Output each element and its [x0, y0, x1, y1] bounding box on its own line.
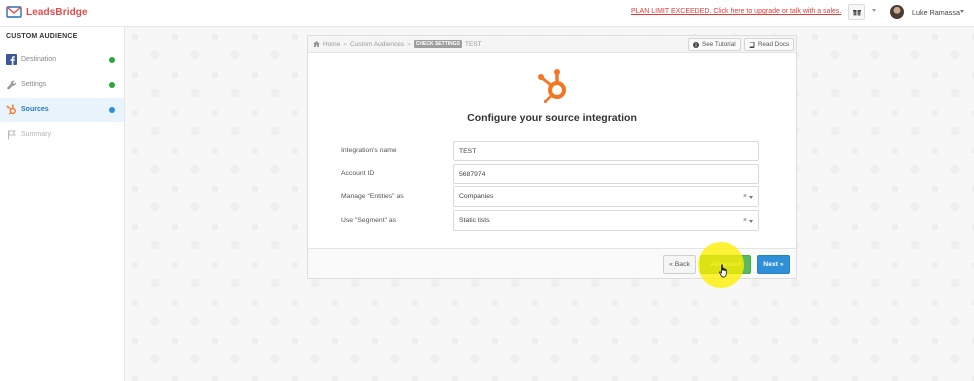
breadcrumb-badge: CHECK SETTINGS	[413, 40, 462, 48]
home-icon	[313, 41, 320, 47]
back-button[interactable]: « Back	[663, 255, 696, 274]
see-tutorial-button[interactable]: See Tutorial	[688, 38, 741, 51]
wrench-icon	[6, 79, 17, 90]
sidebar: CUSTOM AUDIENCE Destination Settings Sou…	[0, 27, 125, 381]
avatar[interactable]	[890, 5, 904, 19]
clear-icon[interactable]: ×	[743, 217, 747, 224]
breadcrumb-home[interactable]: Home	[323, 41, 340, 48]
sidebar-item-label: Summary	[21, 131, 51, 138]
segment-label: Use "Segment" as	[341, 217, 397, 224]
breadcrumb-separator: »	[407, 40, 411, 48]
top-bar: LeadsBridge PLAN LIMIT EXCEEDED. Click h…	[0, 0, 974, 27]
integration-name-label: Integration's name	[341, 147, 397, 154]
account-id-field[interactable]: 5687974	[453, 164, 759, 184]
sidebar-item-sources[interactable]: Sources	[0, 98, 124, 122]
user-menu-caret-icon[interactable]	[960, 10, 964, 13]
see-tutorial-label: See Tutorial	[702, 41, 736, 48]
gift-button[interactable]	[848, 4, 865, 20]
sidebar-item-destination[interactable]: Destination	[0, 48, 124, 72]
breadcrumb-separator: »	[343, 40, 347, 48]
logo-text: LeadsBridge	[26, 6, 88, 18]
gift-icon	[852, 10, 861, 16]
check-circle-icon	[109, 82, 115, 88]
entities-select-value: Companies	[459, 193, 494, 200]
clear-icon[interactable]: ×	[743, 193, 747, 200]
read-docs-button[interactable]: Read Docs	[744, 38, 795, 51]
breadcrumb: Home » Custom Audiences » CHECK SETTINGS…	[313, 40, 482, 48]
sidebar-item-label: Destination	[21, 56, 57, 63]
sidebar-title: CUSTOM AUDIENCE	[6, 33, 78, 40]
book-icon	[749, 41, 755, 48]
chevron-down-icon	[749, 196, 753, 199]
account-id-label: Account ID	[341, 170, 375, 177]
info-circle-icon	[693, 41, 699, 48]
entities-select[interactable]: Companies ×	[453, 186, 759, 207]
current-step-dot-icon	[109, 107, 115, 113]
breadcrumb-section[interactable]: Custom Audiences	[350, 41, 404, 48]
hubspot-icon	[538, 69, 566, 103]
segment-select-value: Static lists	[459, 217, 490, 224]
check-circle-icon	[109, 57, 115, 63]
segment-select[interactable]: Static lists ×	[453, 210, 759, 231]
sidebar-item-label: Settings	[21, 81, 47, 88]
chevron-down-icon	[749, 220, 753, 223]
hand-cursor-icon	[719, 264, 727, 278]
integration-name-field[interactable]: TEST	[453, 141, 759, 161]
flag-icon	[6, 129, 17, 140]
entities-label: Manage "Entities" as	[341, 193, 404, 200]
breadcrumb-current: TEST	[464, 40, 482, 48]
user-name[interactable]: Luke Ramassa	[912, 8, 960, 17]
read-docs-label: Read Docs	[758, 41, 790, 48]
gift-dropdown-caret[interactable]	[872, 9, 876, 12]
sidebar-item-label: Sources	[21, 106, 49, 113]
page-title: Configure your source integration	[467, 112, 637, 124]
envelope-icon	[6, 6, 22, 18]
card-header: Home » Custom Audiences » CHECK SETTINGS…	[308, 36, 796, 53]
plan-limit-warning-link[interactable]: PLAN LIMIT EXCEEDED. Click here to upgra…	[631, 8, 841, 15]
next-button[interactable]: Next »	[757, 255, 790, 274]
hubspot-icon	[6, 104, 17, 115]
leadsbridge-logo[interactable]: LeadsBridge	[6, 6, 88, 18]
sidebar-item-settings[interactable]: Settings	[0, 73, 124, 97]
facebook-icon	[6, 54, 17, 65]
sidebar-item-summary[interactable]: Summary	[0, 123, 124, 147]
